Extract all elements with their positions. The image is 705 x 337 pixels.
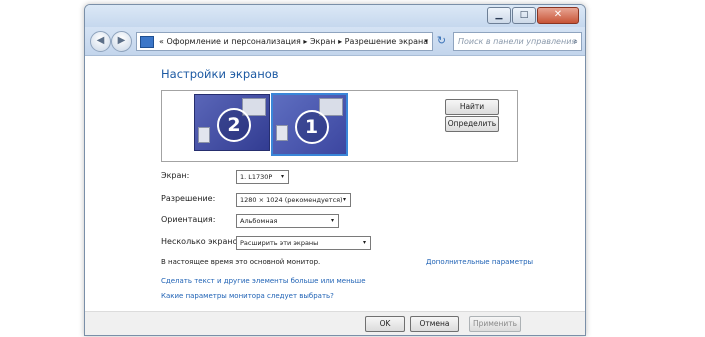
page-title: Настройки экранов xyxy=(161,67,279,81)
monitor-number: 2 xyxy=(217,107,251,142)
monitor-number: 1 xyxy=(294,109,329,144)
control-panel-icon xyxy=(140,36,154,48)
orientation-label: Ориентация: xyxy=(161,215,216,224)
address-toolbar: ◀ ▶ « Оформление и персонализация ▸ Экра… xyxy=(85,27,585,56)
search-placeholder: Поиск в панели управления xyxy=(458,37,577,46)
maximize-button[interactable]: □ xyxy=(512,7,536,24)
orientation-value: Альбомная xyxy=(240,217,278,225)
monitor-settings-help-link[interactable]: Какие параметры монитора следует выбрать… xyxy=(161,292,334,300)
footer-bar: OK Отмена Применить xyxy=(85,311,585,335)
ok-button[interactable]: OK xyxy=(365,316,405,332)
minimize-icon: ▁ xyxy=(495,10,503,20)
multiple-displays-label: Несколько экранов: xyxy=(161,237,245,246)
resolution-label: Разрешение: xyxy=(161,194,216,203)
close-icon: ✕ xyxy=(553,9,563,20)
back-button[interactable]: ◀ xyxy=(90,31,111,52)
forward-arrow-icon: ▶ xyxy=(117,35,126,46)
chevron-down-icon: ▾ xyxy=(280,173,284,180)
orientation-select[interactable]: Альбомная ▾ xyxy=(236,214,339,228)
window-thumbnail-icon xyxy=(276,125,288,141)
identify-button[interactable]: Определить xyxy=(445,116,499,132)
window-thumbnail-icon xyxy=(198,127,210,143)
chevron-down-icon: ▾ xyxy=(330,217,334,224)
cancel-button[interactable]: Отмена xyxy=(410,316,459,332)
control-panel-window: ▁ □ ✕ ◀ ▶ « Оформление и персонализация … xyxy=(84,4,586,336)
forward-button[interactable]: ▶ xyxy=(111,31,132,52)
breadcrumb[interactable]: « Оформление и персонализация ▸ Экран ▸ … xyxy=(159,33,428,50)
advanced-settings-link[interactable]: Дополнительные параметры xyxy=(426,258,533,266)
address-bar[interactable]: « Оформление и персонализация ▸ Экран ▸ … xyxy=(136,32,433,51)
multiple-displays-select[interactable]: Расширить эти экраны ▾ xyxy=(236,236,371,250)
resolution-value: 1280 × 1024 (рекомендуется) xyxy=(240,196,343,204)
chevron-down-icon: ▾ xyxy=(362,239,366,246)
search-icon[interactable]: ⌕ xyxy=(574,33,578,50)
monitor-2[interactable]: 2 xyxy=(194,94,270,151)
main-monitor-note: В настоящее время это основной монитор. xyxy=(161,258,321,266)
chevron-down-icon: ▾ xyxy=(342,196,346,203)
monitor-preview-area: 2 1 Найти Определить xyxy=(161,90,518,162)
display-value: 1. L1730P xyxy=(240,173,273,181)
resolution-select[interactable]: 1280 × 1024 (рекомендуется) ▾ xyxy=(236,193,351,207)
title-bar[interactable]: ▁ □ ✕ xyxy=(85,5,585,27)
search-input[interactable]: Поиск в панели управления ⌕ xyxy=(453,32,582,51)
text-size-link[interactable]: Сделать текст и другие элементы больше и… xyxy=(161,277,366,285)
detect-button[interactable]: Найти xyxy=(445,99,499,115)
back-arrow-icon: ◀ xyxy=(96,35,105,46)
display-label: Экран: xyxy=(161,171,190,180)
apply-button[interactable]: Применить xyxy=(469,316,521,332)
close-button[interactable]: ✕ xyxy=(537,7,579,24)
multiple-displays-value: Расширить эти экраны xyxy=(240,239,319,247)
maximize-icon: □ xyxy=(519,10,529,20)
refresh-icon[interactable]: ↻ xyxy=(433,32,450,49)
caption-buttons: ▁ □ ✕ xyxy=(486,7,579,24)
address-dropdown-icon[interactable]: ▾ xyxy=(424,33,428,50)
monitor-1[interactable]: 1 xyxy=(271,93,348,156)
minimize-button[interactable]: ▁ xyxy=(487,7,511,24)
display-select[interactable]: 1. L1730P ▾ xyxy=(236,170,289,184)
